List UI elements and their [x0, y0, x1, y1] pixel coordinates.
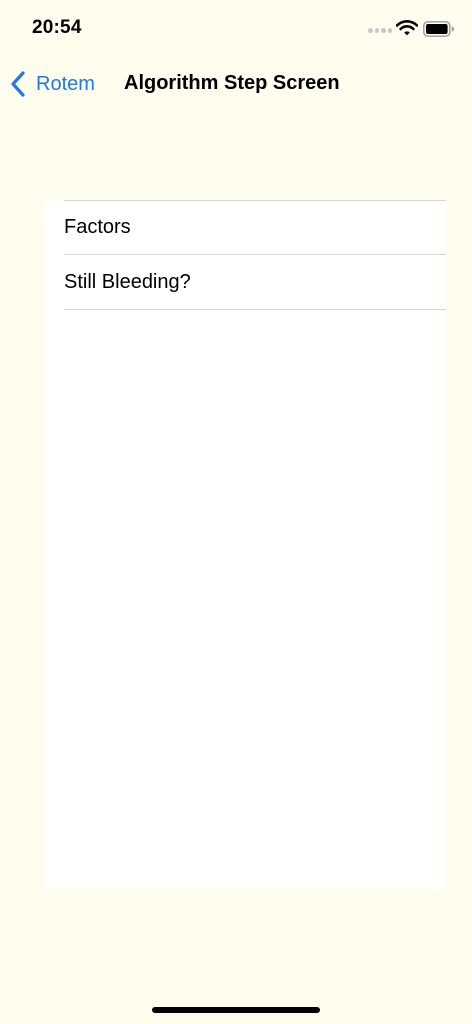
list-item-label: Factors — [64, 216, 131, 238]
navigation-bar: Rotem Algorithm Step Screen — [0, 60, 472, 108]
back-button[interactable]: Rotem — [8, 66, 95, 102]
list-item-label: Still Bleeding? — [64, 271, 191, 293]
battery-icon — [423, 21, 454, 37]
signal-dots-icon — [368, 28, 392, 34]
page-title: Algorithm Step Screen — [124, 72, 340, 94]
status-bar: 20:54 — [0, 0, 472, 60]
content-panel: Factors Still Bleeding? — [44, 200, 446, 890]
home-indicator[interactable] — [152, 1007, 320, 1013]
back-button-label: Rotem — [36, 72, 95, 95]
wifi-icon — [396, 20, 418, 36]
status-time: 20:54 — [32, 17, 82, 38]
chevron-left-icon — [11, 71, 25, 97]
list-item-factors[interactable]: Factors — [44, 200, 446, 255]
list-item-still-bleeding[interactable]: Still Bleeding? — [44, 255, 446, 310]
